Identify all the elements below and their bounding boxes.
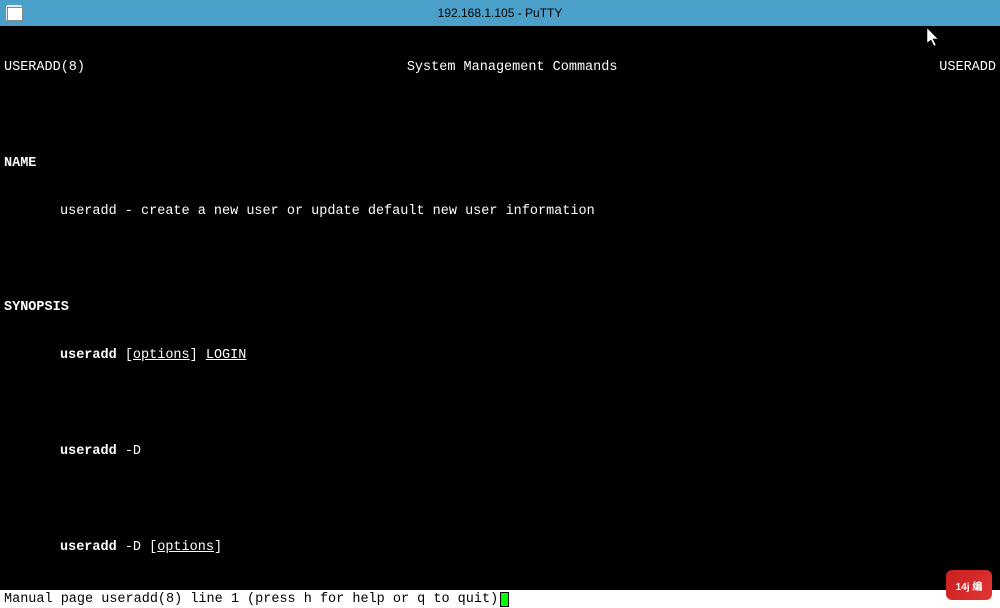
synopsis-line-3: useradd -D [options]	[60, 540, 996, 556]
window-title: 192.168.1.105 - PuTTY	[438, 6, 563, 20]
man-header-right: USERADD	[939, 60, 996, 76]
name-line: useradd - create a new user or update de…	[60, 204, 996, 220]
man-header-row: USERADD(8) System Management Commands US…	[4, 60, 996, 76]
man-status-line[interactable]: Manual page useradd(8) line 1 (press h f…	[0, 590, 1000, 608]
window-titlebar[interactable]: 192.168.1.105 - PuTTY	[0, 0, 1000, 26]
man-header-center: System Management Commands	[407, 60, 618, 76]
watermark-badge: 14j 编	[946, 570, 992, 600]
man-header-left: USERADD(8)	[4, 60, 85, 76]
terminal-cursor	[500, 592, 509, 607]
section-synopsis: SYNOPSIS	[4, 300, 996, 316]
synopsis-line-1: useradd [options] LOGIN	[60, 348, 996, 364]
terminal-output[interactable]: USERADD(8) System Management Commands US…	[0, 26, 1000, 590]
synopsis-line-2: useradd -D	[60, 444, 996, 460]
section-name: NAME	[4, 156, 996, 172]
status-text: Manual page useradd(8) line 1 (press h f…	[4, 592, 498, 607]
putty-icon	[6, 5, 22, 21]
